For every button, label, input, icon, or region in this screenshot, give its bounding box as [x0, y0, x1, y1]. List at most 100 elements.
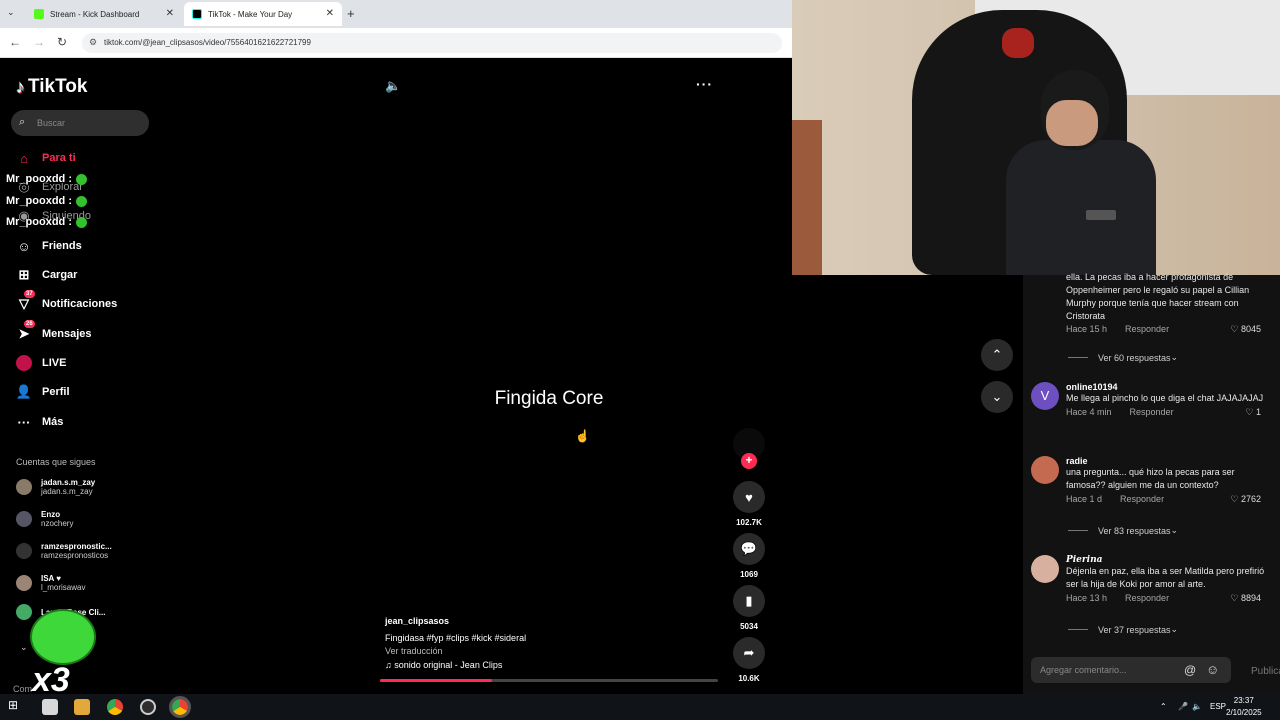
new-tab-icon[interactable]: +: [347, 6, 355, 21]
file-explorer-icon[interactable]: [42, 699, 58, 715]
view-replies[interactable]: Ver 60 respuestas ⌄: [1068, 352, 1178, 363]
following-account[interactable]: ISA ♥ l_morisawav: [16, 574, 85, 592]
bookmark-button[interactable]: ▮ 5034: [733, 585, 765, 631]
comment-text: Déjenla en paz, ella iba a ser Matilda p…: [1066, 566, 1265, 589]
comment-likes[interactable]: ♡ 8045: [1230, 324, 1261, 335]
comment-likes[interactable]: ♡ 1: [1245, 407, 1261, 418]
comment-time: Hace 1 d: [1066, 494, 1103, 504]
view-replies[interactable]: Ver 83 respuestas ⌄: [1068, 525, 1178, 536]
comment-likes[interactable]: ♡ 2762: [1230, 494, 1261, 505]
url-field[interactable]: ⚙ tiktok.com/@jean_clipsasos/video/75564…: [82, 33, 782, 53]
folder-icon[interactable]: [74, 699, 90, 715]
show-more-chevron-icon[interactable]: ⌄: [20, 642, 28, 653]
inbox-icon: ▽ 37: [19, 290, 35, 311]
account-name: jadan.s.m_zay: [41, 478, 96, 487]
following-account[interactable]: jadan.s.m_zay jadan.s.m_zay: [16, 478, 95, 496]
comment-time: Hace 15 h: [1066, 324, 1108, 334]
kick-favicon-icon: [34, 9, 44, 19]
tab-search-icon[interactable]: ⌄: [7, 7, 15, 18]
comment-count: 1069: [740, 570, 758, 579]
avatar[interactable]: [1031, 555, 1059, 583]
emoji-icon[interactable]: ☺: [1206, 662, 1219, 677]
share-button[interactable]: ➦ 10.6K: [733, 637, 765, 683]
nav-cargar[interactable]: ⊞ Cargar: [16, 267, 78, 283]
comment-username[interactable]: Pierina: [1066, 555, 1266, 565]
nav-notificaciones[interactable]: ▽ 37 Notificaciones: [16, 290, 118, 312]
forward-arrow-icon[interactable]: →: [33, 35, 45, 49]
tray-expand-icon[interactable]: ⌃: [1160, 702, 1167, 711]
windows-start-icon[interactable]: ⊞: [8, 698, 24, 714]
music-note-icon: ♫: [385, 660, 395, 670]
close-tab-icon[interactable]: ✕: [326, 8, 334, 19]
video-progress-fill: [380, 679, 492, 682]
obs-icon[interactable]: [140, 699, 156, 715]
nav-mas[interactable]: ··· Más: [16, 414, 64, 430]
view-replies[interactable]: Ver 37 respuestas ⌄: [1068, 624, 1178, 635]
comment-likes[interactable]: ♡ 8894: [1230, 593, 1261, 604]
search-input[interactable]: ⌕ Buscar: [11, 110, 149, 136]
nav-label: Perfil: [42, 386, 70, 398]
tiktok-logo[interactable]: ♪ TikTok: [16, 76, 87, 98]
microphone-icon[interactable]: 🎤: [1178, 702, 1188, 711]
share-count: 10.6K: [738, 674, 760, 683]
avatar[interactable]: V: [1031, 382, 1059, 410]
nav-mensajes[interactable]: ➤ 26 Mensajes: [16, 320, 92, 342]
add-comment-input[interactable]: Agregar comentario... @ ☺: [1031, 657, 1231, 683]
avatar[interactable]: [1031, 456, 1059, 484]
laughing-face-icon: [30, 609, 96, 665]
overlay-chat-line: Mr_pooxdd :: [6, 195, 87, 207]
video-progress-bar[interactable]: [380, 679, 718, 682]
translate-link[interactable]: Ver traducción: [385, 646, 526, 656]
chrome-active-icon[interactable]: [169, 696, 191, 718]
language-indicator[interactable]: ESP: [1210, 702, 1226, 711]
reply-link[interactable]: Responder: [1125, 593, 1169, 603]
reload-icon[interactable]: ↻: [57, 35, 67, 49]
reply-link[interactable]: Responder: [1125, 324, 1169, 334]
emote-icon: [76, 216, 87, 228]
clock-time: 23:37: [1233, 696, 1254, 705]
back-arrow-icon[interactable]: ←: [9, 35, 21, 49]
reply-link[interactable]: Responder: [1120, 494, 1164, 504]
nav-friends[interactable]: ☺ Friends: [16, 238, 81, 254]
comment-username[interactable]: radie: [1066, 456, 1266, 466]
nav-perfil[interactable]: 👤 Perfil: [16, 384, 70, 400]
reply-link[interactable]: Responder: [1130, 407, 1174, 417]
chrome-icon[interactable]: [107, 699, 123, 715]
account-name: ISA ♥: [41, 574, 62, 583]
comment-item: Pierina Déjenla en paz, ella iba a ser M…: [1066, 555, 1266, 603]
nav-para-ti[interactable]: ⌂ Para ti: [16, 150, 76, 166]
sound-name: sonido original - Jean Clips: [394, 660, 503, 670]
more-options-icon[interactable]: ···: [696, 76, 713, 92]
video-username[interactable]: jean_clipsasos: [385, 616, 526, 626]
comment-button[interactable]: 💬 1069: [733, 533, 765, 579]
sound-line[interactable]: ♫ sonido original - Jean Clips: [385, 660, 526, 670]
account-name: Enzo: [41, 510, 61, 519]
publish-button[interactable]: Publicar: [1251, 666, 1280, 677]
comment-username[interactable]: online10194: [1066, 382, 1266, 392]
follow-plus-icon[interactable]: +: [741, 453, 757, 469]
browser-tab-tiktok[interactable]: TikTok - Make Your Day ✕: [184, 2, 342, 26]
speaker-icon[interactable]: 🔈: [1192, 702, 1202, 711]
upload-icon: ⊞: [18, 267, 30, 282]
like-count: 102.7K: [736, 518, 762, 527]
browser-tab-kick[interactable]: Stream - Kick Dashboard ✕: [26, 2, 182, 26]
tiktok-note-icon: ♪: [16, 76, 25, 97]
following-account[interactable]: Enzo nzochery: [16, 510, 73, 528]
friends-icon: ☺: [17, 238, 31, 254]
following-account[interactable]: ramzespronostic... ramzespronosticos: [16, 542, 112, 560]
volume-icon[interactable]: 🔈: [385, 78, 401, 94]
like-button[interactable]: ♥ 102.7K: [733, 481, 765, 527]
site-info-icon[interactable]: ⚙: [89, 37, 97, 48]
system-clock[interactable]: 23:37 2/10/2025: [1226, 695, 1262, 719]
close-tab-icon[interactable]: ✕: [166, 8, 174, 19]
next-video-button[interactable]: ⌄: [981, 381, 1013, 413]
nav-label: Notificaciones: [42, 298, 118, 310]
mention-icon[interactable]: @: [1184, 663, 1196, 677]
nav-live[interactable]: LIVE: [16, 355, 66, 371]
comment-time: Hace 4 min: [1066, 407, 1112, 417]
comment-icon: 💬: [733, 533, 765, 565]
video-title: Fingida Core: [494, 388, 604, 409]
previous-video-button[interactable]: ⌃: [981, 339, 1013, 371]
door-image: [792, 120, 822, 275]
emote-icon: [76, 195, 87, 207]
